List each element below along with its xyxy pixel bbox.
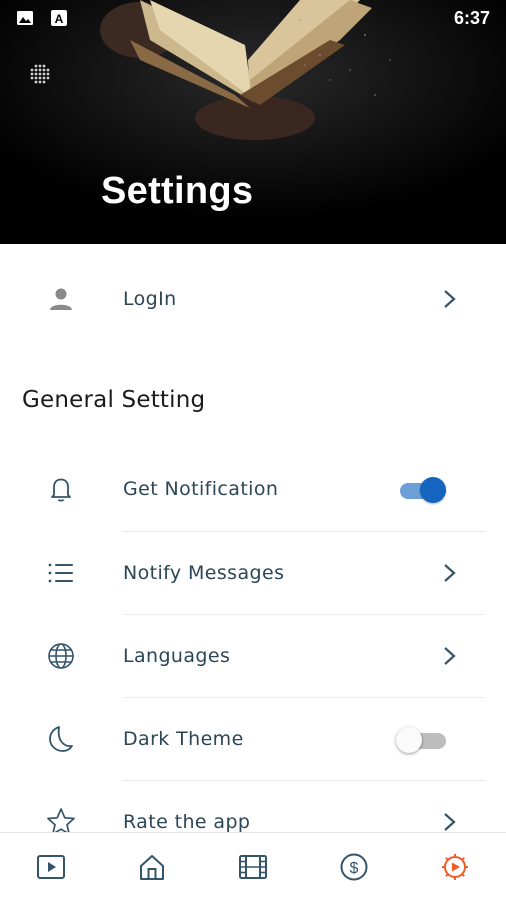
dots-grid-icon[interactable] [26, 60, 54, 88]
svg-text:A: A [55, 12, 64, 26]
nav-film[interactable] [202, 833, 303, 900]
globe-icon [44, 639, 78, 673]
chevron-right-icon [444, 564, 456, 582]
bell-icon [44, 472, 78, 506]
moon-icon [44, 722, 78, 756]
film-icon [239, 854, 267, 879]
settings-gear-icon [442, 853, 469, 880]
nav-settings[interactable] [405, 833, 506, 900]
login-row[interactable]: LogIn [0, 258, 506, 340]
image-icon [16, 9, 34, 27]
status-bar: A 6:37 [0, 0, 506, 36]
bottom-navigation: $ [0, 832, 506, 900]
row-languages[interactable]: Languages [0, 615, 506, 697]
rate-app-label: Rate the app [123, 811, 251, 833]
notification-toggle[interactable] [396, 474, 450, 504]
page-title: Settings [101, 170, 254, 212]
status-time: 6:37 [453, 7, 490, 28]
dark-theme-toggle[interactable] [396, 724, 450, 754]
home-icon [139, 854, 164, 880]
dollar-coin-icon: $ [340, 853, 368, 880]
chevron-right-icon [444, 647, 456, 665]
row-dark-theme[interactable]: Dark Theme [0, 698, 506, 780]
play-video-icon [36, 854, 65, 879]
chevron-right-icon [444, 290, 456, 308]
login-label: LogIn [123, 288, 177, 310]
text-a-icon: A [50, 9, 68, 27]
row-get-notification[interactable]: Get Notification [0, 448, 506, 530]
languages-label: Languages [123, 645, 231, 667]
get-notification-label: Get Notification [123, 478, 279, 500]
notify-messages-label: Notify Messages [123, 562, 285, 584]
toggle-thumb [420, 477, 446, 503]
chevron-right-icon [444, 813, 456, 831]
row-notify-messages[interactable]: Notify Messages [0, 532, 506, 614]
list-icon [44, 556, 78, 590]
nav-home[interactable] [101, 833, 202, 900]
nav-payment[interactable]: $ [304, 833, 405, 900]
person-icon [44, 282, 78, 316]
dark-theme-label: Dark Theme [123, 728, 244, 750]
svg-text:$: $ [350, 860, 359, 877]
section-title-general: General Setting [22, 387, 206, 413]
settings-header: A 6:37 Settings [0, 0, 506, 244]
nav-video[interactable] [0, 833, 101, 900]
toggle-thumb [396, 727, 422, 753]
